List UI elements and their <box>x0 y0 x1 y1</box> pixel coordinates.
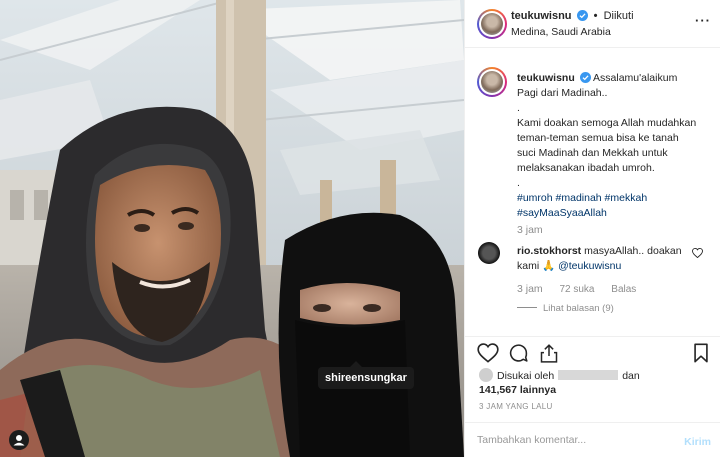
more-options-icon[interactable]: ··· <box>695 14 711 27</box>
header-user-line: teukuwisnu • Diikuti <box>511 10 634 22</box>
post-caption: teukuwisnu Assalamu'alaikum Pagi dari Ma… <box>517 71 707 221</box>
verified-badge-icon <box>576 10 588 21</box>
caption-username[interactable]: teukuwisnu <box>517 72 575 84</box>
caption-timestamp: 3 jam <box>517 224 543 236</box>
caption-text: suci Madinah dan Mekkah untuk <box>517 147 668 159</box>
caption-text: . <box>517 177 520 189</box>
commenter-avatar[interactable] <box>478 242 500 264</box>
likes-summary: Disukai oleh dan 141,567 lainnya <box>479 368 709 397</box>
author-avatar[interactable] <box>477 9 507 39</box>
likes-prefix: Disukai oleh <box>497 370 555 382</box>
liker-avatar[interactable] <box>479 368 493 382</box>
comments-area[interactable]: teukuwisnu Assalamu'alaikum Pagi dari Ma… <box>465 48 720 336</box>
heart-icon[interactable] <box>477 343 499 363</box>
redacted-liker-name <box>558 370 619 380</box>
comment-mention[interactable]: @teukuwisnu <box>558 260 621 272</box>
author-username[interactable]: teukuwisnu <box>511 10 572 22</box>
user-tag-label[interactable]: shireensungkar <box>318 361 414 389</box>
comment-like-icon[interactable] <box>692 248 703 258</box>
likes-count[interactable]: 141,567 <box>479 384 517 396</box>
post-comment-button[interactable]: Kirim <box>684 436 711 448</box>
action-bar <box>465 336 720 366</box>
commenter-username[interactable]: rio.stokhorst <box>517 245 581 257</box>
comment-like-count[interactable]: 72 suka <box>559 284 594 295</box>
caption-text: melaksanakan ibadah umroh. <box>517 162 655 174</box>
comment-input[interactable] <box>477 431 667 449</box>
bookmark-icon[interactable] <box>693 343 709 363</box>
caption-author-avatar[interactable] <box>477 67 507 97</box>
follow-status-button[interactable]: Diikuti <box>604 10 634 22</box>
verified-badge-icon <box>579 72 591 83</box>
caption-text: Kami doakan semoga Allah mudahkan <box>517 117 697 129</box>
caption-text: . <box>517 102 520 114</box>
comment-item: rio.stokhorst masyaAllah.. doakan kami 🙏… <box>517 244 687 274</box>
view-replies-label[interactable]: Lihat balasan (9) <box>543 303 614 314</box>
caption-text: Assalamu'alaikum <box>593 72 678 84</box>
caption-text: Pagi dari Madinah.. <box>517 87 608 99</box>
caption-hashtags[interactable]: #sayMaaSyaaAllah <box>517 206 707 221</box>
view-replies-button[interactable]: Lihat balasan (9) <box>517 303 614 314</box>
add-comment-bar: Kirim <box>465 422 720 457</box>
share-icon[interactable] <box>539 343 559 364</box>
post-photo[interactable]: shireensungkar <box>0 0 464 457</box>
user-tag-icon[interactable] <box>9 430 29 450</box>
caption-text: teman-teman semua bisa ke tanah <box>517 132 679 144</box>
comment-meta: 3 jam 72 suka Balas <box>517 283 650 295</box>
post-header: teukuwisnu • Diikuti Medina, Saudi Arabi… <box>465 0 720 48</box>
post-details-panel: teukuwisnu • Diikuti Medina, Saudi Arabi… <box>464 0 720 457</box>
replies-divider <box>517 307 537 308</box>
separator-dot: • <box>593 10 598 22</box>
comment-icon[interactable] <box>508 343 529 364</box>
reply-button[interactable]: Balas <box>611 284 636 295</box>
comment-timestamp: 3 jam <box>517 283 543 295</box>
post-location[interactable]: Medina, Saudi Arabia <box>511 26 611 38</box>
likes-and: dan <box>622 370 640 382</box>
caption-hashtags[interactable]: #umroh #madinah #mekkah <box>517 191 707 206</box>
likes-suffix[interactable]: lainnya <box>520 384 556 396</box>
post-time-ago: 3 JAM YANG LALU <box>479 402 553 411</box>
